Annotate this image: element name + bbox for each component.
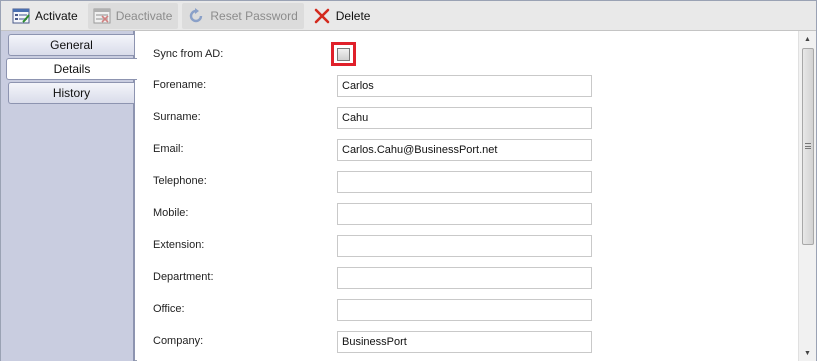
department-label: Department:: [153, 271, 214, 283]
mobile-field[interactable]: [337, 203, 592, 225]
deactivate-icon: [92, 6, 112, 26]
form-row-mobile: Mobile:: [137, 203, 798, 225]
deactivate-button[interactable]: Deactivate: [87, 2, 179, 29]
sync-from-ad-checkbox[interactable]: [337, 47, 350, 61]
tab-general[interactable]: General: [8, 34, 134, 56]
sync-checkbox-highlight: [331, 42, 356, 66]
forename-field[interactable]: [337, 75, 592, 97]
activate-button[interactable]: Activate: [7, 3, 84, 29]
delete-label: Delete: [335, 8, 371, 23]
reset-password-label: Reset Password: [210, 8, 298, 23]
form-row-email: Email:: [137, 139, 798, 161]
extension-label: Extension:: [153, 239, 205, 251]
form-row-surname: Surname:: [137, 107, 798, 129]
department-field[interactable]: [337, 267, 592, 289]
scroll-down-icon[interactable]: ▼: [799, 345, 816, 361]
toolbar: Activate Deactivate Reset Password Delet…: [1, 1, 816, 31]
form-row-office: Office:: [137, 299, 798, 321]
extension-field[interactable]: [337, 235, 592, 257]
tab-panel: General Details History: [1, 31, 137, 361]
delete-button[interactable]: Delete: [308, 3, 377, 29]
refresh-icon: [186, 6, 206, 26]
form-row-department: Department:: [137, 267, 798, 289]
surname-label: Surname:: [153, 111, 201, 123]
office-label: Office:: [153, 303, 185, 315]
sync-row: Sync from AD:: [137, 42, 798, 66]
tab-details[interactable]: Details: [6, 58, 137, 80]
form-row-company: Company:: [137, 331, 798, 353]
telephone-label: Telephone:: [153, 175, 207, 187]
email-label: Email:: [153, 143, 184, 155]
company-label: Company:: [153, 335, 204, 347]
surname-field[interactable]: [337, 107, 592, 129]
sync-from-ad-label: Sync from AD:: [153, 48, 224, 60]
grip-icon: [805, 143, 811, 149]
activate-label: Activate: [35, 8, 78, 23]
delete-icon: [312, 6, 332, 26]
email-field[interactable]: [337, 139, 592, 161]
forename-label: Forename:: [153, 79, 207, 91]
user-details-window: Activate Deactivate Reset Password Delet…: [0, 0, 817, 361]
details-form: Sync from AD: Forename: Surname: Email: …: [137, 31, 798, 361]
tab-history[interactable]: History: [8, 82, 134, 104]
mobile-label: Mobile:: [153, 207, 189, 219]
activate-icon: [11, 6, 31, 26]
scroll-up-icon[interactable]: ▲: [799, 31, 816, 47]
form-row-telephone: Telephone:: [137, 171, 798, 193]
telephone-field[interactable]: [337, 171, 592, 193]
scrollbar-thumb[interactable]: [802, 48, 814, 245]
vertical-scrollbar[interactable]: ▲ ▼: [798, 31, 816, 361]
office-field[interactable]: [337, 299, 592, 321]
form-row-extension: Extension:: [137, 235, 798, 257]
reset-password-button[interactable]: Reset Password: [182, 2, 304, 29]
deactivate-label: Deactivate: [115, 8, 173, 23]
company-field[interactable]: [337, 331, 592, 353]
form-row-forename: Forename:: [137, 75, 798, 97]
